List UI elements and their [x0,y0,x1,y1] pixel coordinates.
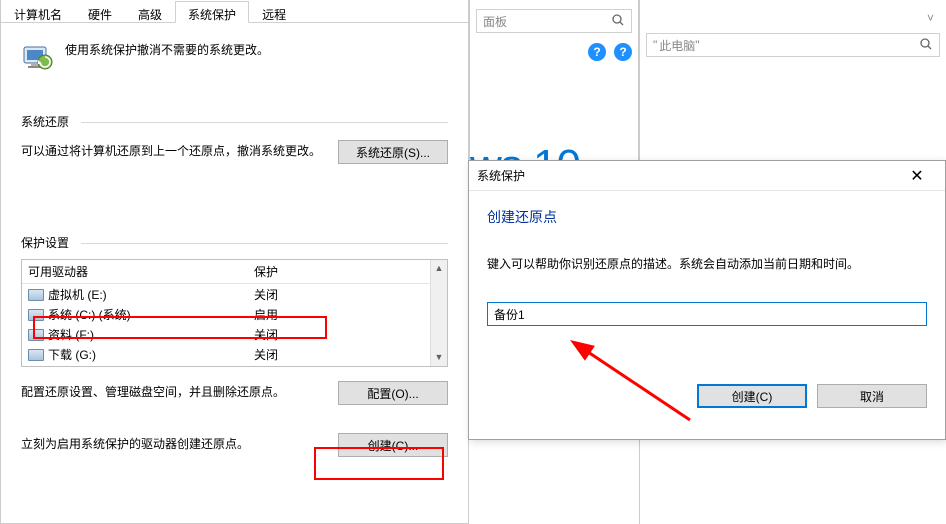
close-icon[interactable]: ✕ [897,166,937,186]
drive-list[interactable]: 可用驱动器 保护 虚拟机 (E:)关闭系统 (C:) (系统)启用资料 (F:)… [21,259,448,367]
drive-icon [28,289,44,301]
drive-icon [28,349,44,361]
tab-strip: 计算机名 硬件 高级 系统保护 远程 [1,0,468,23]
dialog-heading: 创建还原点 [487,207,927,227]
create-restore-point-button[interactable]: 创建(C)... [338,433,448,457]
section-restore-title: 系统还原 [21,113,448,130]
drive-row[interactable]: 资料 (F:)关闭 [22,324,447,344]
drive-name: 资料 (F:) [48,328,94,342]
dialog-description: 键入可以帮助你识别还原点的描述。系统会自动添加当前日期和时间。 [487,255,927,272]
explorer-search-input[interactable]: "此电脑" [646,33,940,57]
tab-hardware[interactable]: 硬件 [75,1,125,23]
configure-description: 配置还原设置、管理磁盘空间，并且删除还原点。 [21,383,338,402]
col-drive-header: 可用驱动器 [22,260,248,283]
dialog-titlebar: 系统保护 ✕ [469,161,945,191]
path-chevron[interactable]: ˅ [646,6,940,30]
scroll-down-icon[interactable]: ▼ [431,349,447,366]
tab-system-protection[interactable]: 系统保护 [175,1,249,23]
header-description: 使用系统保护撤消不需要的系统更改。 [65,41,269,59]
drive-list-header: 可用驱动器 保护 [22,260,447,284]
drive-icon [28,309,44,321]
system-protection-icon [21,41,53,73]
search-placeholder: 面板 [483,13,507,30]
drive-icon [28,329,44,341]
dialog-cancel-button[interactable]: 取消 [817,384,927,408]
control-panel-search-input[interactable]: 面板 [476,9,632,33]
system-restore-button[interactable]: 系统还原(S)... [338,140,448,164]
col-status-header: 保护 [248,260,447,283]
scrollbar[interactable]: ▲ ▼ [430,260,447,366]
scroll-up-icon[interactable]: ▲ [431,260,447,277]
search-placeholder: 此电脑 [659,37,695,54]
drive-name: 虚拟机 (E:) [48,288,107,302]
drive-row[interactable]: 系统 (C:) (系统)启用 [22,304,447,324]
tab-computer-name[interactable]: 计算机名 [1,1,75,23]
create-description: 立刻为启用系统保护的驱动器创建还原点。 [21,435,338,454]
drive-row[interactable]: 下载 (G:) 关闭 [22,344,447,364]
system-properties-window: 计算机名 硬件 高级 系统保护 远程 使用系统保护撤消不需要的系统更改。 系统还… [0,0,469,524]
restore-point-name-input[interactable] [487,302,927,326]
configure-button[interactable]: 配置(O)... [338,381,448,405]
help-icon[interactable]: ? [588,43,606,61]
tab-advanced[interactable]: 高级 [125,1,175,23]
drive-row[interactable]: 虚拟机 (E:)关闭 [22,284,447,304]
drive-name: 系统 (C:) (系统) [48,308,131,322]
drive-name: 下载 (G:) [48,348,96,362]
restore-description: 可以通过将计算机还原到上一个还原点，撤消系统更改。 [21,142,338,161]
help-icon[interactable]: ? [614,43,632,61]
search-icon [611,13,625,30]
create-restore-point-dialog: 系统保护 ✕ 创建还原点 键入可以帮助你识别还原点的描述。系统会自动添加当前日期… [468,160,946,440]
dialog-create-button[interactable]: 创建(C) [697,384,807,408]
search-icon [919,37,933,54]
section-protection-title: 保护设置 [21,234,448,251]
tab-remote[interactable]: 远程 [249,1,299,23]
drive-status: 关闭 [248,343,447,366]
dialog-title: 系统保护 [477,167,525,184]
